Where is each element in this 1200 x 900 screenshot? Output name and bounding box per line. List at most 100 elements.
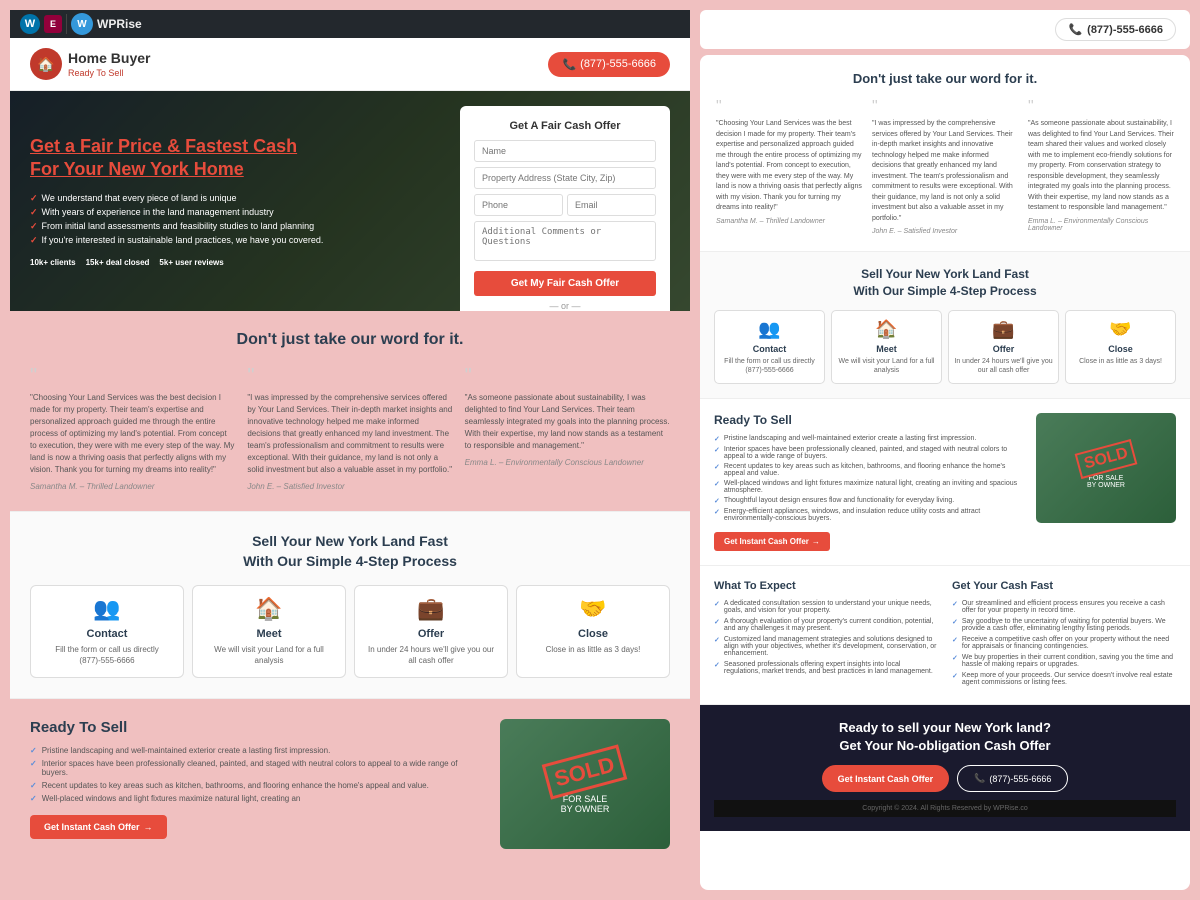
header-phone-button[interactable]: 📞 (877)-555-6666 — [548, 52, 670, 77]
instant-cash-button[interactable]: Get Instant Cash Offer → — [30, 815, 167, 839]
logo-text-block: Home Buyer Ready To Sell — [68, 50, 150, 78]
right-arrow-icon: → — [812, 537, 820, 546]
wprise-icon: W — [71, 13, 93, 35]
hero-title-highlight: New York Home — [108, 159, 243, 179]
right-cash-item-1: Our streamlined and efficient process en… — [952, 600, 1176, 614]
arrow-icon: → — [144, 822, 153, 832]
steps-title: Sell Your New York Land Fast With Our Si… — [30, 532, 670, 571]
right-expect-section: What To Expect A dedicated consultation … — [700, 566, 1190, 705]
wp-icons: W E W WPRise — [20, 13, 142, 35]
right-testimonial-text-2: "I was impressed by the comprehensive se… — [872, 119, 1018, 224]
hero-check-4: If you're interested in sustainable land… — [30, 235, 382, 246]
wp-toolbar: W E W WPRise — [10, 10, 690, 38]
step-contact-name: Contact — [41, 628, 173, 640]
right-cash-title: Get Your Cash Fast — [952, 580, 1176, 592]
right-steps-section: Sell Your New York Land Fast With Our Si… — [700, 252, 1190, 399]
logo-subtitle: Ready To Sell — [68, 68, 150, 78]
form-email-input[interactable] — [567, 194, 656, 216]
testimonial-2: " "I was impressed by the comprehensive … — [247, 365, 452, 491]
header-phone-number: (877)-555-6666 — [580, 58, 656, 70]
right-close-icon: 🤝 — [1071, 319, 1170, 340]
right-expect-item-1: A dedicated consultation session to unde… — [714, 600, 938, 614]
hero-checklist: We understand that every piece of land i… — [30, 193, 382, 246]
right-testimonial-text-3: "As someone passionate about sustainabil… — [1028, 119, 1174, 214]
right-step-offer-name: Offer — [954, 344, 1053, 354]
right-ready-item-6: Energy-efficient appliances, windows, an… — [714, 508, 1024, 522]
testimonial-text-3: "As someone passionate about sustainabil… — [465, 392, 670, 452]
right-testimonials-section: Don't just take our word for it. " "Choo… — [700, 55, 1190, 252]
testimonials-title: Don't just take our word for it. — [30, 331, 670, 349]
phone-icon: 📞 — [562, 58, 576, 71]
right-expect-item-4: Seasoned professionals offering expert i… — [714, 661, 938, 675]
right-expect-list: A dedicated consultation session to unde… — [714, 600, 938, 675]
right-step-offer-desc: In under 24 hours we'll give you our all… — [954, 357, 1053, 375]
right-testimonial-text-1: "Choosing Your Land Services was the bes… — [716, 119, 862, 214]
right-step-meet-name: Meet — [837, 344, 936, 354]
hero-content: Get a Fair Price & Fastest Cash For Your… — [30, 135, 382, 268]
form-phone-input[interactable] — [474, 194, 563, 216]
sold-sign: SOLD — [542, 744, 628, 799]
right-cash-item-3: Receive a competitive cash offer on your… — [952, 636, 1176, 650]
hero-title: Get a Fair Price & Fastest Cash For Your… — [30, 135, 382, 182]
right-step-contact-name: Contact — [720, 344, 819, 354]
ready-section: Ready To Sell Pristine landscaping and w… — [10, 699, 690, 869]
step-offer-desc: In under 24 hours we'll give you our all… — [365, 644, 497, 666]
right-step-contact: 👥 Contact Fill the form or call us direc… — [714, 310, 825, 384]
form-address-input[interactable] — [474, 167, 656, 189]
right-sold-overlay: SOLD FOR SALEBY OWNER — [1077, 446, 1135, 489]
right-instant-cash-label: Get Instant Cash Offer — [724, 537, 809, 546]
meet-icon: 🏠 — [203, 596, 335, 622]
right-testimonials-list: " "Choosing Your Land Services was the b… — [716, 98, 1174, 235]
right-steps-title: Sell Your New York Land Fast With Our Si… — [714, 266, 1176, 300]
right-cta-title: Ready to sell your New York land? Get Yo… — [714, 719, 1176, 755]
right-instant-cash-button[interactable]: Get Instant Cash Offer → — [714, 532, 830, 551]
right-ready-title: Ready To Sell — [714, 413, 1024, 427]
right-ready-section: Ready To Sell Pristine landscaping and w… — [700, 399, 1190, 566]
wordpress-icon[interactable]: W — [20, 14, 40, 34]
right-testimonial-author-1: Samantha M. – Thrilled Landowner — [716, 218, 862, 225]
right-sold-sign: SOLD — [1074, 439, 1137, 479]
right-quote-icon-2: " — [872, 98, 1018, 116]
testimonials-list: " "Choosing Your Land Services was the b… — [30, 365, 670, 491]
elementor-icon[interactable]: E — [44, 15, 62, 33]
form-comments-textarea[interactable] — [474, 221, 656, 261]
right-quote-icon-1: " — [716, 98, 862, 116]
right-ready-item-3: Recent updates to key areas such as kitc… — [714, 463, 1024, 477]
hero-stat-2: 15k+ deal closed — [86, 258, 150, 267]
testimonial-author-2: John E. – Satisfied Investor — [247, 482, 452, 491]
testimonial-author-1: Samantha M. – Thrilled Landowner — [30, 482, 235, 491]
right-cta-section: Ready to sell your New York land? Get Yo… — [700, 705, 1190, 831]
right-expect-title: What To Expect — [714, 580, 938, 592]
right-expect-col: What To Expect A dedicated consultation … — [714, 580, 938, 690]
hero-check-1: We understand that every piece of land i… — [30, 193, 382, 204]
right-cash-item-5: Keep more of your proceeds. Our service … — [952, 672, 1176, 686]
instant-cash-label: Get Instant Cash Offer — [44, 822, 140, 832]
right-ready-item-2: Interior spaces have been professionally… — [714, 446, 1024, 460]
testimonial-3: " "As someone passionate about sustainab… — [465, 365, 670, 491]
ready-content: Ready To Sell Pristine landscaping and w… — [30, 719, 484, 839]
right-testimonials-title: Don't just take our word for it. — [716, 71, 1174, 86]
right-testimonial-author-2: John E. – Satisfied Investor — [872, 228, 1018, 235]
right-step-meet-desc: We will visit your Land for a full analy… — [837, 357, 936, 375]
form-submit-button[interactable]: Get My Fair Cash Offer — [474, 271, 656, 296]
right-cta-instant-button[interactable]: Get Instant Cash Offer — [822, 765, 950, 792]
steps-grid: 👥 Contact Fill the form or call us direc… — [30, 585, 670, 677]
right-testimonial-3: " "As someone passionate about sustainab… — [1028, 98, 1174, 235]
right-meet-icon: 🏠 — [837, 319, 936, 340]
right-cta-phone-icon: 📞 — [974, 773, 985, 784]
step-meet: 🏠 Meet We will visit your Land for a ful… — [192, 585, 346, 677]
step-close-desc: Close in as little as 3 days! — [527, 644, 659, 655]
hero-form-title: Get A Fair Cash Offer — [474, 120, 656, 132]
right-cta-phone-button[interactable]: 📞 (877)-555-6666 — [957, 765, 1068, 792]
form-name-input[interactable] — [474, 140, 656, 162]
right-contact-icon: 👥 — [720, 319, 819, 340]
right-step-close-desc: Close in as little as 3 days! — [1071, 357, 1170, 366]
right-cash-item-4: We buy properties in their current condi… — [952, 654, 1176, 668]
divider — [66, 14, 67, 34]
right-quote-icon-3: " — [1028, 98, 1174, 116]
top-phone-display: 📞 (877)-555-6666 — [1055, 18, 1176, 41]
right-panel: 📞 (877)-555-6666 Don't just take our wor… — [700, 10, 1190, 890]
close-icon: 🤝 — [527, 596, 659, 622]
ready-title: Ready To Sell — [30, 719, 484, 736]
top-phone-icon: 📞 — [1068, 23, 1082, 36]
